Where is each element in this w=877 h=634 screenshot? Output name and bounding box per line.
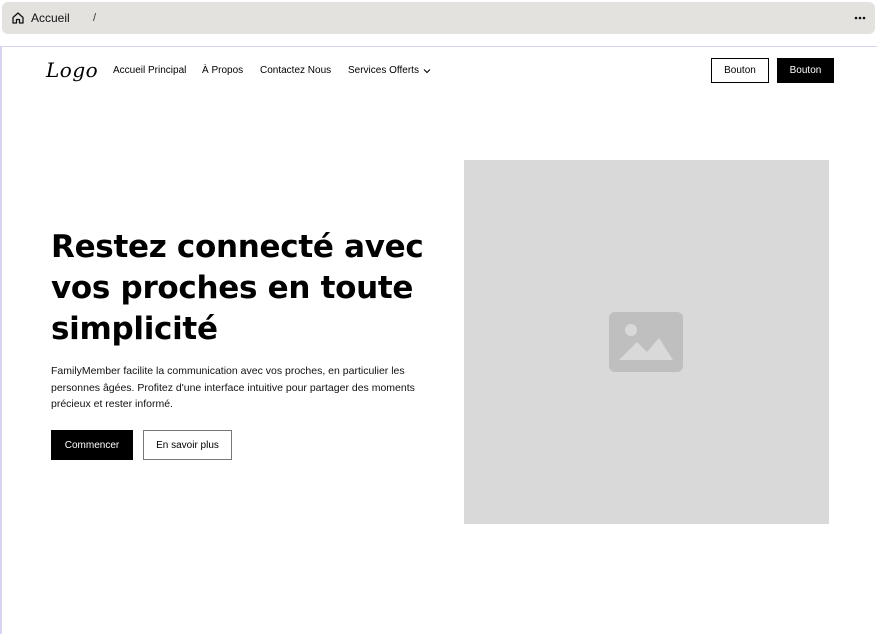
nav-services-label: Services Offerts bbox=[348, 65, 419, 76]
hero-image-placeholder bbox=[464, 160, 829, 524]
breadcrumb-bar: Accueil / bbox=[2, 2, 875, 34]
more-horizontal-icon[interactable] bbox=[854, 12, 866, 24]
home-icon[interactable] bbox=[11, 11, 25, 25]
header-primary-button[interactable]: Bouton bbox=[777, 58, 834, 83]
breadcrumb-home-label[interactable]: Accueil bbox=[31, 11, 70, 25]
site-logo[interactable]: Logo bbox=[46, 58, 98, 82]
header-secondary-button[interactable]: Bouton bbox=[711, 58, 769, 83]
nav-services-offerts[interactable]: Services Offerts bbox=[348, 65, 431, 77]
nav-a-propos[interactable]: À Propos bbox=[202, 65, 243, 77]
hero-description: FamilyMember facilite la communication a… bbox=[51, 365, 415, 410]
start-button[interactable]: Commencer bbox=[51, 430, 133, 460]
page-canvas: Logo Accueil Principal À Propos Contacte… bbox=[0, 46, 877, 634]
nav-accueil-principal[interactable]: Accueil Principal bbox=[113, 65, 186, 77]
chevron-down-icon bbox=[423, 69, 431, 74]
learn-more-button[interactable]: En savoir plus bbox=[143, 430, 232, 460]
image-icon bbox=[609, 312, 683, 372]
hero-headline: Restez connecté avec vos proches en tout… bbox=[51, 229, 424, 347]
nav-contactez-nous[interactable]: Contactez Nous bbox=[260, 65, 331, 77]
breadcrumb-separator: / bbox=[93, 12, 97, 24]
